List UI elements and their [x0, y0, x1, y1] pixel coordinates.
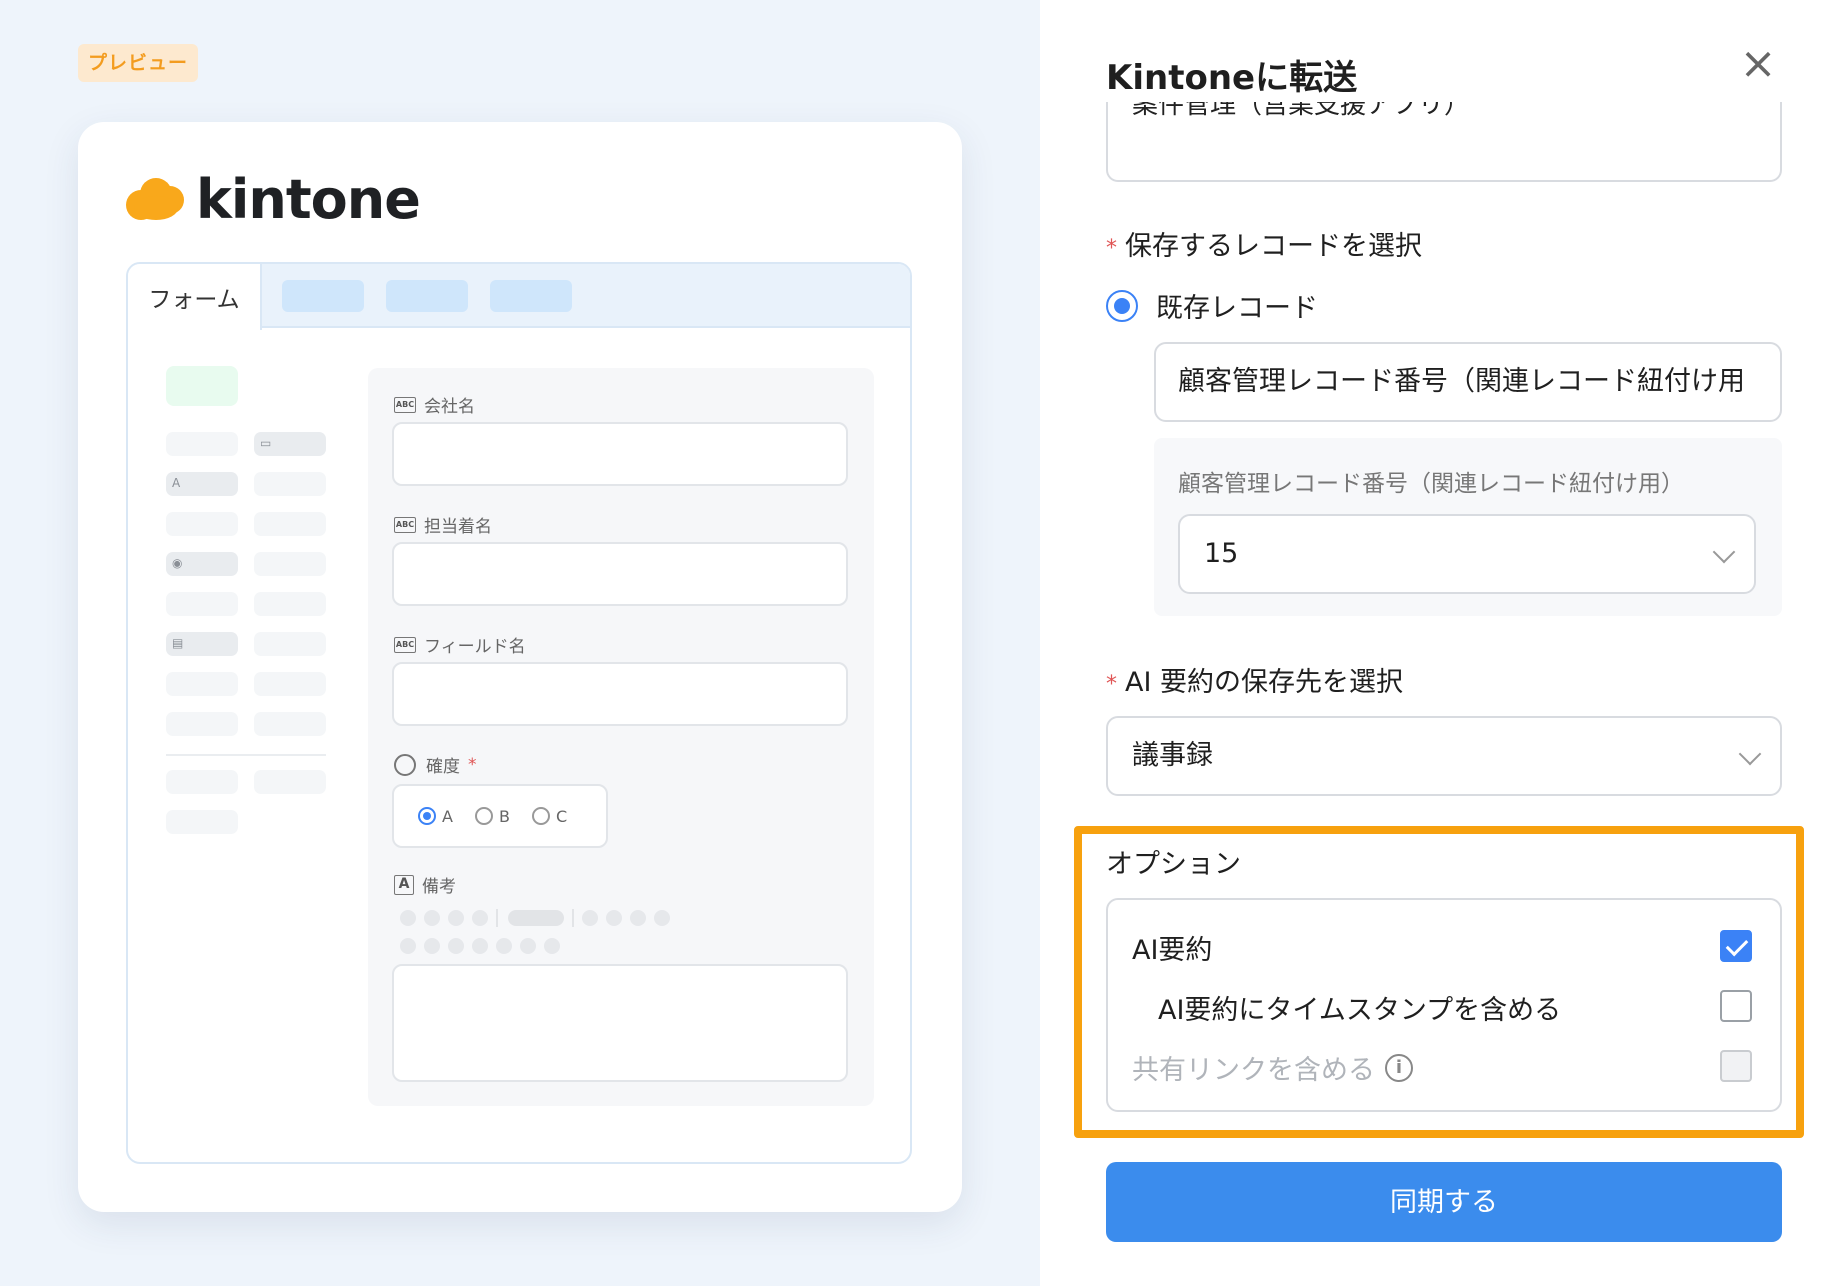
sync-button[interactable]: 同期する: [1106, 1162, 1782, 1242]
tab-bar: フォーム: [128, 264, 910, 330]
logo-text: kintone: [196, 167, 421, 231]
transfer-panel: Kintoneに転送 × 案件管理（営業支援アプリ） * 保存するレコードを選択 …: [1040, 0, 1834, 1286]
radio-selected-icon: [1106, 289, 1138, 322]
field-label-field-name: ABC フィールド名: [394, 636, 526, 657]
field-label-notes: A 備考: [394, 872, 456, 897]
radio-selected-icon: [418, 807, 436, 825]
radio-field-icon: [394, 753, 416, 776]
record-number-area: 顧客管理レコード番号（関連レコード紐付け用） 15: [1154, 438, 1782, 616]
panel-title: Kintoneに転送: [1106, 58, 1358, 98]
info-icon[interactable]: i: [1385, 1053, 1413, 1082]
app-select-partial[interactable]: 案件管理（営業支援アプリ）: [1106, 102, 1782, 182]
chevron-down-icon: [1738, 742, 1762, 766]
ai-summary-checkbox[interactable]: [1720, 930, 1752, 962]
form-preview-frame: フォーム ▭ A ◉ ▤ ABC 会社名 ABC 担当着名 ABC フィールド名…: [126, 262, 912, 1164]
close-icon[interactable]: ×: [1736, 42, 1780, 86]
field-label-person: ABC 担当着名: [394, 516, 492, 537]
preview-area: プレビュー kintone フォーム ▭ A ◉ ▤ ABC 会社名 ABC 担…: [0, 0, 1040, 1286]
preview-card: kintone フォーム ▭ A ◉ ▤ ABC 会社名 ABC 担当着名 AB…: [78, 122, 962, 1212]
radio-icon: [531, 807, 550, 825]
person-input-preview: [392, 542, 848, 606]
cloud-icon: [126, 174, 186, 224]
palette-highlight: [166, 366, 238, 406]
text-field-icon: ABC: [394, 516, 416, 533]
certainty-radio-preview: A B C: [392, 784, 608, 848]
radio-icon: ◉: [172, 556, 183, 570]
tab-placeholder: [282, 280, 364, 312]
record-number-select[interactable]: 15: [1178, 514, 1756, 594]
field-label-company: ABC 会社名: [394, 396, 475, 417]
record-section-label: * 保存するレコードを選択: [1106, 231, 1422, 262]
record-number-label: 顧客管理レコード番号（関連レコード紐付け用）: [1178, 471, 1684, 497]
field-name-input-preview: [392, 662, 848, 726]
option-share-link-row: 共有リンクを含める i: [1132, 1048, 1413, 1087]
share-link-checkbox: [1720, 1050, 1752, 1082]
text-field-icon: ABC: [394, 396, 416, 413]
company-input-preview: [392, 422, 848, 486]
options-title: オプション: [1106, 849, 1241, 880]
form-fields-pane: ABC会社名 ABC担当着名 ABCフィールド名 確度 * A B C A: [368, 368, 874, 1106]
text-field-icon: ABC: [394, 636, 416, 653]
kintone-logo: kintone: [126, 164, 421, 234]
ai-summary-destination-select[interactable]: 議事録: [1106, 716, 1782, 796]
tab-form: フォーム: [128, 264, 262, 330]
existing-record-radio[interactable]: 既存レコード: [1106, 286, 1318, 325]
notes-textarea-preview: [392, 964, 848, 1082]
tab-placeholder: [490, 280, 572, 312]
options-box: AI要約 AI要約にタイムスタンプを含める 共有リンクを含める i: [1106, 898, 1782, 1112]
option-timestamp-label: AI要約にタイムスタンプを含める: [1158, 995, 1562, 1026]
option-ai-summary-label: AI要約: [1132, 935, 1213, 966]
ai-section-label: * AI 要約の保存先を選択: [1106, 667, 1404, 698]
timestamp-checkbox[interactable]: [1720, 990, 1752, 1022]
rich-text-icon: A: [394, 874, 414, 895]
record-field-select[interactable]: 顧客管理レコード番号（関連レコード紐付け用: [1154, 342, 1782, 422]
chevron-down-icon: [1712, 540, 1736, 564]
tab-placeholder: [386, 280, 468, 312]
field-icon: ▭: [260, 436, 272, 450]
text-icon: A: [172, 476, 181, 490]
preview-badge: プレビュー: [78, 44, 199, 82]
field-label-certainty: 確度 *: [394, 752, 477, 777]
radio-icon: [474, 807, 493, 825]
calendar-icon: ▤: [172, 636, 184, 650]
